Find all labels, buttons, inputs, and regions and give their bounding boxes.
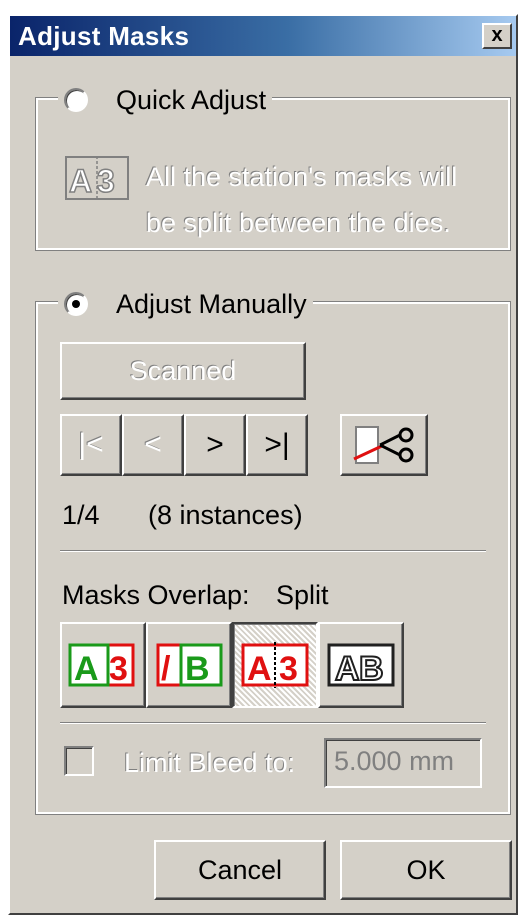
next-icon: > [206, 428, 224, 461]
window-title: Adjust Masks [18, 21, 190, 51]
svg-text:A: A [335, 650, 360, 688]
svg-text:3: 3 [109, 650, 128, 688]
title-bar[interactable]: Adjust Masks x [10, 16, 516, 56]
cut-mask-button[interactable] [340, 414, 428, 476]
limit-bleed-input[interactable]: 5.000 mm [324, 738, 482, 788]
quick-adjust-radio-row[interactable]: Quick Adjust [58, 84, 273, 115]
svg-text:B: B [359, 650, 384, 688]
mask-b-over-a-icon: / B [156, 643, 223, 688]
quick-adjust-label: Quick Adjust [116, 84, 267, 115]
svg-text:3: 3 [97, 163, 115, 199]
overlap-b-over-button[interactable]: / B [146, 622, 232, 708]
instances-text: (8 instances) [148, 500, 303, 530]
adjust-masks-dialog: Adjust Masks x Quick Adjust A 3 All the … [8, 14, 518, 915]
limit-bleed-checkbox[interactable] [64, 746, 94, 776]
limit-bleed-label: Limit Bleed to: [124, 748, 296, 778]
overlap-split-button[interactable]: A 3 [232, 622, 318, 708]
scanned-button[interactable]: Scanned [60, 342, 306, 400]
prev-icon: < [144, 428, 162, 461]
overlap-value: Split [276, 580, 329, 610]
last-icon: >| [264, 428, 290, 461]
cancel-button[interactable]: Cancel [154, 840, 326, 900]
quick-adjust-description-line1: All the station's masks will [146, 162, 458, 192]
mask-split-icon: A 3 [241, 642, 309, 688]
separator-2 [60, 722, 486, 724]
scissors-cut-icon [353, 426, 414, 464]
separator-1 [60, 550, 486, 552]
nav-first-button[interactable]: |< [60, 414, 122, 476]
svg-text:3: 3 [279, 650, 298, 688]
overlap-label: Masks Overlap: [62, 580, 250, 610]
svg-text:A: A [74, 650, 99, 688]
nav-prev-button[interactable]: < [122, 414, 184, 476]
first-icon: |< [78, 428, 104, 461]
mask-a-over-b-icon: 3 A [68, 643, 135, 688]
quick-adjust-description-line2: be split between the dies. [146, 208, 451, 238]
adjust-manually-label: Adjust Manually [116, 288, 307, 319]
svg-text:A: A [247, 650, 272, 688]
overlap-merge-button[interactable]: A B [318, 622, 404, 708]
nav-next-button[interactable]: > [184, 414, 246, 476]
overlap-a-over-button[interactable]: 3 A [60, 622, 146, 708]
position-text: 1/4 [62, 500, 100, 530]
nav-last-button[interactable]: >| [246, 414, 308, 476]
adjust-manually-radio-row[interactable]: Adjust Manually [58, 289, 313, 319]
quick-adjust-radio[interactable] [64, 88, 88, 112]
svg-text:B: B [185, 650, 210, 688]
adjust-manually-radio[interactable] [64, 292, 88, 316]
mask-merge-icon: A B [327, 643, 395, 689]
close-button[interactable]: x [482, 23, 512, 49]
svg-text:A: A [69, 163, 92, 199]
ok-button[interactable]: OK [340, 840, 512, 900]
ab-split-icon: A 3 [62, 152, 132, 204]
svg-text:/: / [161, 650, 171, 688]
